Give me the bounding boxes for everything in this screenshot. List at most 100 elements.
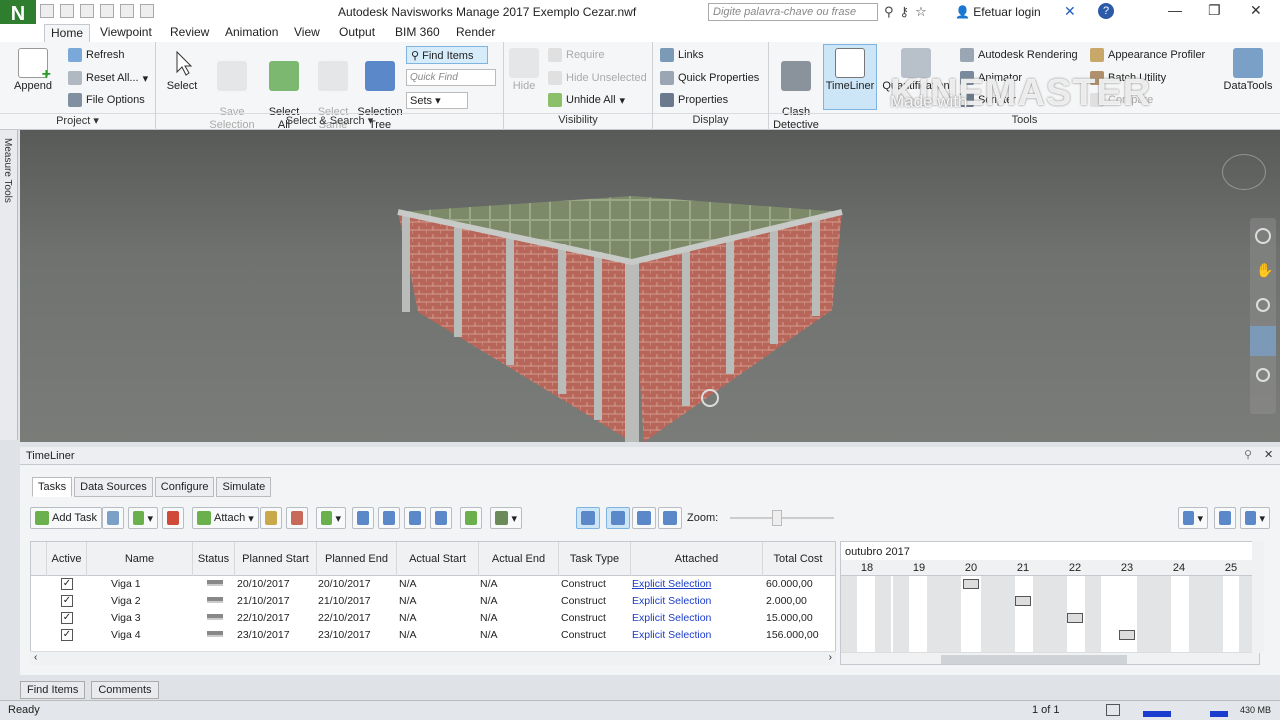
delete-task-button[interactable] (162, 507, 184, 529)
column-header-total-cost[interactable]: Total Cost (763, 542, 833, 576)
minimize-button[interactable]: — (1168, 2, 1182, 18)
attached-link[interactable]: Explicit Selection (632, 612, 711, 624)
star-icon[interactable]: ☆ (915, 4, 927, 20)
zoom-icon[interactable] (1256, 298, 1270, 312)
new-icon[interactable] (40, 4, 54, 18)
table-row[interactable]: ✓ Viga 2 21/10/2017 21/10/2017 N/A N/A C… (31, 593, 835, 610)
gantt-bar[interactable] (1119, 630, 1135, 640)
open-icon[interactable] (60, 4, 74, 18)
pan-icon[interactable]: ✋ (1256, 262, 1273, 279)
column-header-planned-start[interactable]: Planned Start (235, 542, 317, 576)
auto-add-tasks-button[interactable]: ▾ (128, 507, 158, 529)
tab-render[interactable]: Render (456, 25, 495, 39)
scroll-left-icon[interactable]: ‹ (34, 652, 37, 663)
timeliner-button[interactable]: TimeLiner (824, 44, 876, 93)
move-down-button[interactable] (430, 507, 452, 529)
clear-attach-button[interactable] (286, 507, 308, 529)
steering-wheel-icon[interactable] (1255, 228, 1271, 244)
table-row[interactable]: ✓ Viga 1 20/10/2017 20/10/2017 N/A N/A C… (31, 576, 835, 593)
active-checkbox[interactable]: ✓ (61, 578, 73, 590)
indent-button[interactable] (352, 507, 374, 529)
zoom-slider-thumb[interactable] (772, 510, 782, 526)
tab-viewpoint[interactable]: Viewpoint (100, 25, 152, 39)
tab-data-sources[interactable]: Data Sources (74, 477, 153, 497)
tab-find-items[interactable]: Find Items (20, 681, 86, 699)
tab-animation[interactable]: Animation (225, 25, 278, 39)
save-icon[interactable] (80, 4, 94, 18)
refresh-button[interactable]: Refresh (68, 48, 125, 62)
table-row[interactable]: ✓ Viga 4 23/10/2017 23/10/2017 N/A N/A C… (31, 627, 835, 644)
find-items-button[interactable]: ⚲ Find Items (406, 46, 488, 64)
gantt-bar[interactable] (1067, 613, 1083, 623)
panel-title-select-search[interactable]: Select & Search ▾ (156, 113, 503, 129)
gantt-horizontal-scrollbar[interactable] (841, 652, 1259, 664)
column-header-attached[interactable]: Attached (631, 542, 763, 576)
properties-button[interactable]: Properties (660, 93, 728, 107)
column-header-actual-end[interactable]: Actual End (479, 542, 559, 576)
append-button[interactable]: + Append (8, 44, 58, 93)
datatools-button[interactable]: DataTools (1222, 44, 1274, 93)
export-button[interactable]: ▾ (1240, 507, 1270, 529)
binoculars-icon[interactable]: ⚲ (884, 4, 894, 20)
timeliner-close-icon[interactable]: ✕ (1264, 448, 1273, 461)
measure-tools-tab[interactable]: Measure Tools (0, 130, 18, 440)
file-options-button[interactable]: File Options (68, 93, 145, 107)
view-planned-button[interactable] (658, 507, 682, 529)
select-button[interactable]: Select (162, 44, 202, 93)
gantt-scroll-thumb[interactable] (941, 655, 1127, 664)
scroll-right-icon[interactable]: › (829, 652, 832, 663)
outdent-button[interactable] (378, 507, 400, 529)
add-task-button[interactable]: Add Task (30, 507, 103, 529)
column-header-active[interactable]: Active (47, 542, 87, 576)
active-checkbox[interactable]: ✓ (61, 612, 73, 624)
tab-output[interactable]: Output (339, 25, 375, 39)
view-tasks-button[interactable] (576, 507, 600, 529)
insert-task-button[interactable] (102, 507, 124, 529)
sets-dropdown[interactable]: Sets ▾ (406, 92, 468, 109)
zoom-slider-track[interactable] (730, 517, 834, 519)
move-up-button[interactable] (404, 507, 426, 529)
table-row[interactable]: ✓ Viga 3 22/10/2017 22/10/2017 N/A N/A C… (31, 610, 835, 627)
autodesk-rendering-button[interactable]: Autodesk Rendering (960, 48, 1078, 62)
tab-view[interactable]: View (294, 25, 320, 39)
3d-viewport[interactable] (20, 130, 1280, 442)
orbit-icon[interactable] (1250, 326, 1276, 356)
viewcube[interactable] (1222, 154, 1266, 190)
tab-home[interactable]: Home (44, 24, 91, 42)
maximize-button[interactable]: ❐ (1208, 2, 1221, 19)
navigation-bar[interactable]: ✋ (1250, 218, 1276, 414)
gantt-bar[interactable] (1015, 596, 1031, 606)
grid-horizontal-scrollbar[interactable]: ‹ › (30, 651, 836, 665)
sheet-browser-icon[interactable] (1106, 704, 1120, 716)
key-icon[interactable]: ⚷ (900, 4, 910, 20)
columns-button[interactable]: ▾ (490, 507, 522, 529)
quick-find-input[interactable]: Quick Find (406, 69, 496, 86)
gantt-bar[interactable] (963, 579, 979, 589)
gantt-vertical-scrollbar[interactable] (1252, 541, 1264, 653)
redo-icon[interactable] (140, 4, 154, 18)
filter-tasks-button[interactable]: ▾ (1178, 507, 1208, 529)
quick-properties-button[interactable]: Quick Properties (660, 71, 759, 85)
view-gantt-button[interactable] (606, 507, 630, 529)
tab-tasks[interactable]: Tasks (32, 477, 73, 497)
import-button[interactable] (1214, 507, 1236, 529)
close-button[interactable]: ✕ (1250, 2, 1262, 19)
exchange-icon[interactable]: ✕ (1064, 3, 1076, 20)
pin-icon[interactable]: ⚲ (1244, 448, 1252, 461)
attached-link[interactable]: Explicit Selection (632, 595, 711, 607)
help-icon[interactable]: ? (1098, 3, 1114, 19)
reset-all-button[interactable]: Reset All... ▾ (68, 71, 148, 85)
active-checkbox[interactable]: ✓ (61, 595, 73, 607)
tab-bim360[interactable]: BIM 360 (395, 25, 440, 39)
auto-attach-button[interactable] (260, 507, 282, 529)
tab-comments[interactable]: Comments (91, 681, 159, 699)
tab-simulate[interactable]: Simulate (216, 477, 272, 497)
column-header-planned-end[interactable]: Planned End (317, 542, 397, 576)
column-header-status[interactable]: Status (193, 542, 235, 576)
attach-button[interactable]: Attach ▾ (192, 507, 259, 529)
attached-link[interactable]: Explicit Selection (632, 629, 711, 641)
column-header-task-type[interactable]: Task Type (559, 542, 631, 576)
column-header-actual-start[interactable]: Actual Start (397, 542, 479, 576)
hide-button[interactable]: Hide (507, 44, 541, 93)
active-checkbox[interactable]: ✓ (61, 629, 73, 641)
